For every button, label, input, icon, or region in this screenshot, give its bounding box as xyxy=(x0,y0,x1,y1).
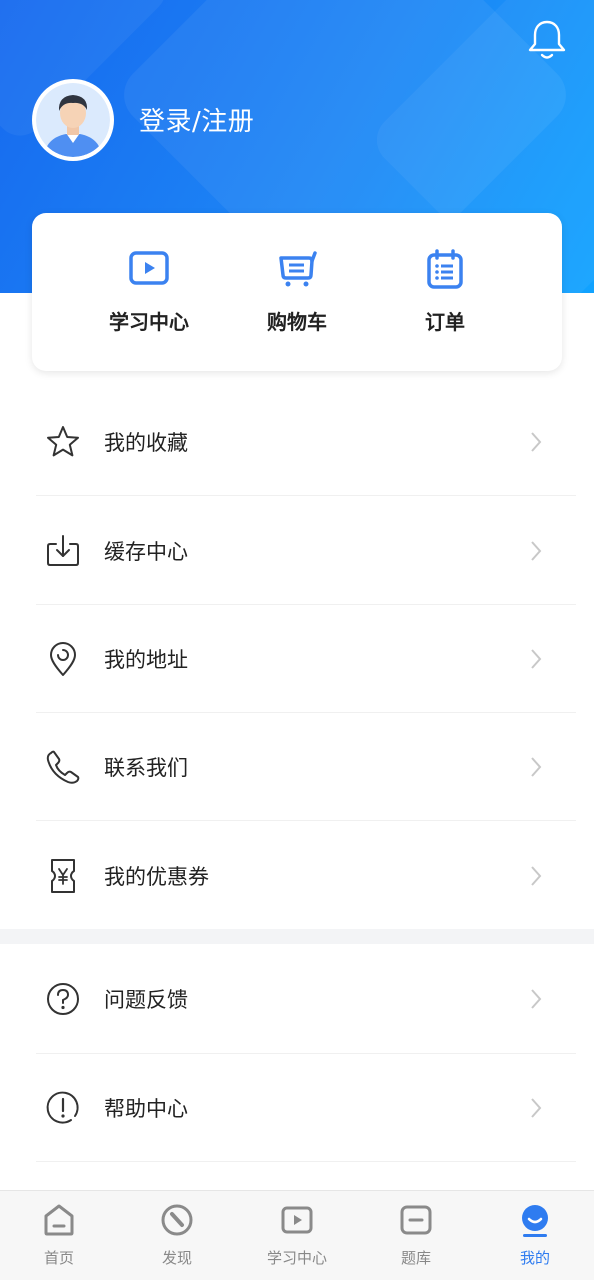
menu-label: 我的优惠券 xyxy=(104,865,209,889)
menu-item-feedback[interactable]: 问题反馈 xyxy=(0,945,594,1053)
menu-label: 联系我们 xyxy=(104,756,188,780)
menu-label: 问题反馈 xyxy=(104,988,188,1012)
tab-label: 题库 xyxy=(400,1249,431,1267)
play-video-icon xyxy=(129,251,169,285)
tab-discover[interactable]: 发现 xyxy=(118,1191,236,1281)
tab-label: 我的 xyxy=(519,1249,550,1267)
menu-item-cache-center[interactable]: 缓存中心 xyxy=(0,497,594,605)
tab-profile[interactable]: 我的 xyxy=(476,1191,594,1281)
chevron-right-icon xyxy=(531,1098,542,1118)
quick-shopping-cart[interactable]: 购物车 xyxy=(227,213,367,371)
tab-label: 学习中心 xyxy=(266,1249,327,1267)
login-register-link[interactable]: 登录/注册 xyxy=(139,104,254,140)
menu-item-coupons[interactable]: 我的优惠券 xyxy=(0,822,594,930)
discover-icon xyxy=(161,1204,193,1236)
phone-icon xyxy=(46,750,80,784)
profile-icon xyxy=(522,1205,548,1237)
home-icon xyxy=(44,1204,74,1236)
bell-icon[interactable] xyxy=(526,18,568,62)
menu-item-contact-us[interactable]: 联系我们 xyxy=(0,713,594,821)
menu-item-favorites[interactable]: 我的收藏 xyxy=(0,388,594,496)
location-pin-icon xyxy=(50,642,76,676)
bottom-tab-bar: 首页 发现 学习中心 题库 我的 xyxy=(0,1190,594,1280)
tab-question-bank[interactable]: 题库 xyxy=(357,1191,475,1281)
exclamation-icon xyxy=(46,1091,79,1124)
tab-label: 首页 xyxy=(43,1249,74,1267)
menu-label: 帮助中心 xyxy=(104,1097,188,1121)
menu-item-help-center[interactable]: 帮助中心 xyxy=(0,1054,594,1162)
question-icon xyxy=(47,983,79,1015)
download-icon xyxy=(47,535,79,566)
chevron-right-icon xyxy=(531,989,542,1009)
order-list-icon xyxy=(427,249,463,289)
menu-label: 我的收藏 xyxy=(104,431,188,455)
menu-label: 缓存中心 xyxy=(104,540,188,564)
chevron-right-icon xyxy=(531,541,542,561)
avatar[interactable] xyxy=(32,79,114,161)
tab-label: 发现 xyxy=(161,1249,192,1267)
divider xyxy=(36,1161,576,1162)
shopping-cart-icon xyxy=(279,251,317,287)
divider xyxy=(36,820,576,821)
quick-actions-card: 学习中心 购物车 订单 xyxy=(32,213,562,371)
question-bank-icon xyxy=(400,1205,432,1235)
chevron-right-icon xyxy=(531,757,542,777)
quick-label: 购物车 xyxy=(267,310,327,334)
quick-orders[interactable]: 订单 xyxy=(375,213,515,371)
tab-home[interactable]: 首页 xyxy=(0,1191,118,1281)
chevron-right-icon xyxy=(531,866,542,886)
menu-item-address[interactable]: 我的地址 xyxy=(0,605,594,713)
menu-label: 我的地址 xyxy=(104,648,188,672)
quick-label: 订单 xyxy=(425,310,465,334)
divider xyxy=(36,495,576,496)
section-gap xyxy=(0,929,594,944)
quick-label: 学习中心 xyxy=(109,310,189,334)
chevron-right-icon xyxy=(531,649,542,669)
tab-learning-center[interactable]: 学习中心 xyxy=(238,1191,356,1281)
quick-learning-center[interactable]: 学习中心 xyxy=(79,213,219,371)
play-video-icon xyxy=(281,1206,313,1234)
star-icon xyxy=(47,426,79,457)
chevron-right-icon xyxy=(531,432,542,452)
coupon-icon xyxy=(51,859,75,893)
